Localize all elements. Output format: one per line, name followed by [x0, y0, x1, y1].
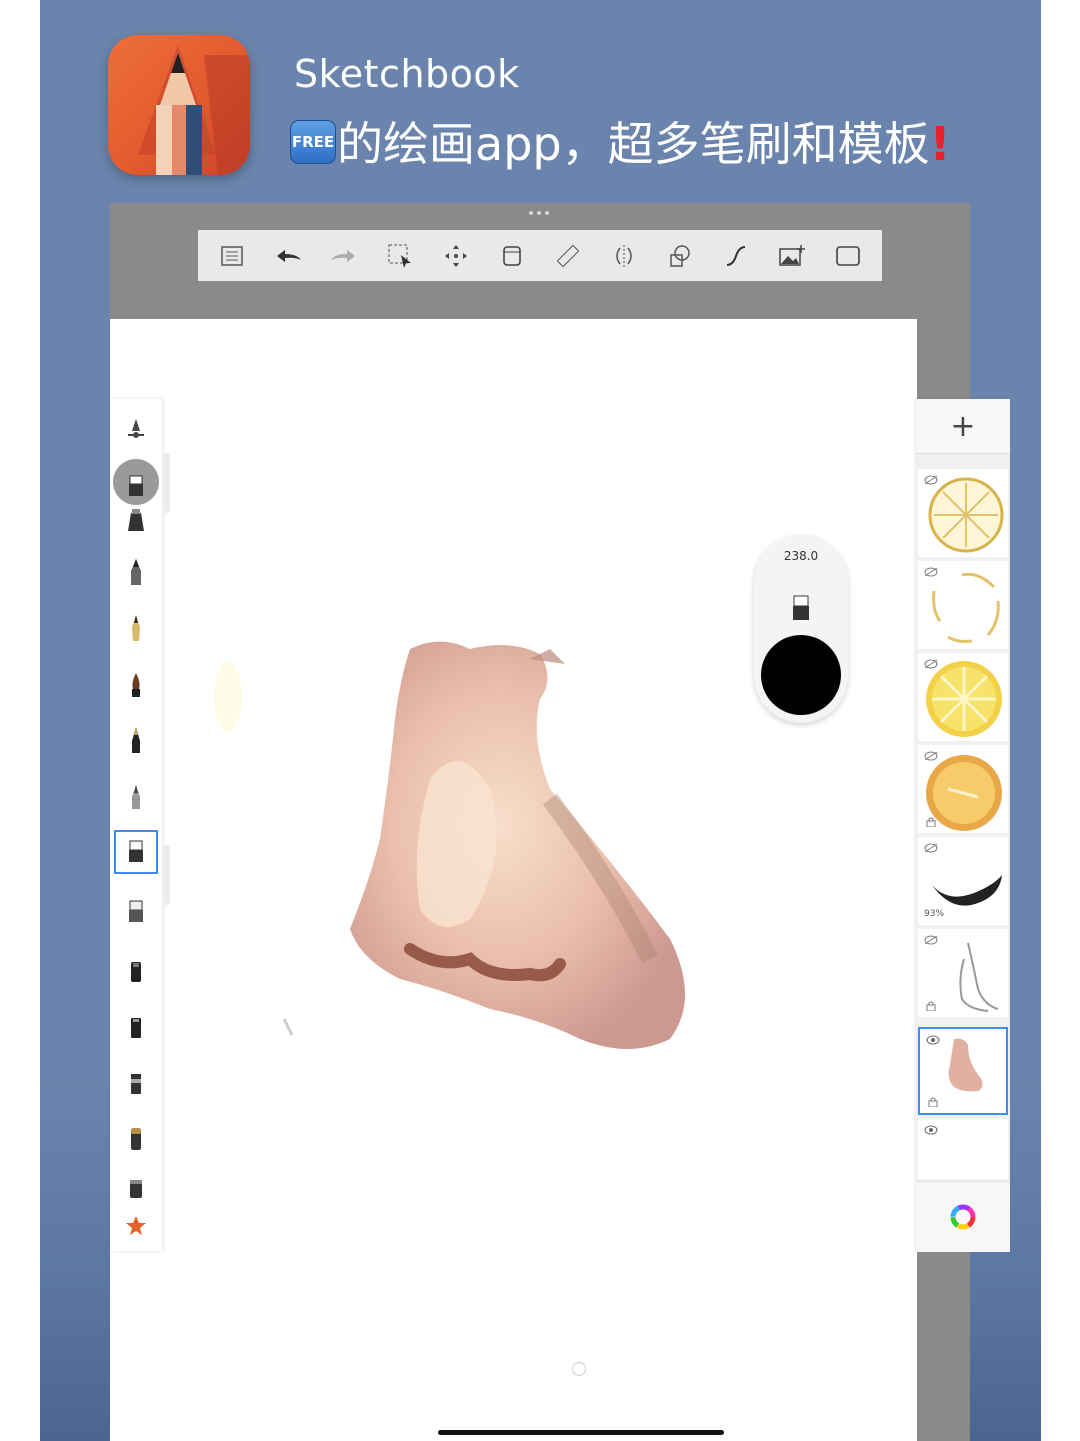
hidden-eye-icon[interactable] — [924, 659, 938, 669]
lock-icon[interactable] — [926, 1001, 936, 1011]
poster-background: Sketchbook FREE 的绘画app，超多笔刷和模板! 238.0 + … — [40, 0, 1041, 1441]
layer-lemon-slice-sketch[interactable] — [918, 561, 1008, 649]
nose-painting — [214, 641, 685, 1049]
brush-size-value: 238.0 — [783, 549, 819, 563]
brush-round-icon[interactable] — [123, 1123, 149, 1157]
add-layer-button[interactable]: + — [916, 399, 1010, 454]
brush-puck[interactable]: 238.0 — [754, 535, 848, 723]
brush-chisel-icon[interactable] — [123, 955, 149, 989]
headline: 的绘画app，超多笔刷和模板! — [337, 108, 951, 174]
layer-lemon-slice-color[interactable] — [918, 653, 1008, 741]
hidden-eye-icon[interactable] — [924, 751, 938, 761]
exclamation-mark: ! — [929, 117, 951, 171]
lock-icon[interactable] — [926, 817, 936, 827]
layer-figure-sketch[interactable] — [918, 929, 1008, 1017]
brush-flat-icon[interactable] — [123, 1011, 149, 1045]
redo-icon[interactable] — [328, 240, 360, 272]
selection-icon[interactable] — [384, 240, 416, 272]
lock-icon[interactable] — [928, 1097, 938, 1107]
layer-empty[interactable] — [918, 1119, 1008, 1179]
layers-panel: + 93% — [916, 399, 1010, 1252]
ruler-icon[interactable] — [552, 240, 584, 272]
home-indicator[interactable] — [438, 1430, 724, 1435]
brush-palette-scroll-bottom[interactable] — [164, 845, 170, 905]
current-color-swatch[interactable] — [761, 635, 841, 715]
pencil-icon — [138, 45, 250, 175]
layer-lemon-slice-lines[interactable] — [918, 469, 1008, 557]
brush-smudge-icon[interactable] — [123, 1171, 149, 1205]
visible-eye-icon[interactable] — [924, 1125, 938, 1135]
layer-lemon-half[interactable] — [918, 745, 1008, 833]
app-title: Sketchbook — [294, 52, 520, 96]
favorites-star-icon[interactable] — [123, 1209, 149, 1243]
brush-soft-eraser-icon[interactable] — [123, 895, 149, 929]
bucket-fill-icon[interactable] — [496, 240, 528, 272]
hidden-eye-icon[interactable] — [924, 935, 938, 945]
hidden-eye-icon[interactable] — [924, 475, 938, 485]
free-badge: FREE — [290, 120, 336, 164]
color-editor-button[interactable] — [916, 1181, 1010, 1252]
brush-paintbrush-icon[interactable] — [123, 667, 149, 701]
brush-texture-icon[interactable] — [123, 1067, 149, 1101]
current-brush-icon — [793, 595, 809, 620]
brush-settings-icon[interactable] — [123, 413, 149, 447]
toolbar-drag-handle[interactable] — [529, 211, 553, 219]
color-wheel-icon — [950, 1204, 976, 1230]
layer-nose-painting[interactable] — [918, 1027, 1008, 1115]
brush-palette — [110, 399, 162, 1251]
hidden-eye-icon[interactable] — [924, 567, 938, 577]
brush-marker-icon[interactable] — [123, 503, 149, 537]
fullscreen-icon[interactable] — [832, 240, 864, 272]
visible-eye-icon[interactable] — [926, 1035, 940, 1045]
layer-opacity: 93% — [924, 909, 945, 919]
page-indicator — [572, 1362, 586, 1376]
brush-hard-eraser-icon[interactable] — [123, 835, 149, 869]
shapes-icon[interactable] — [664, 240, 696, 272]
app-screen: 238.0 + 93% — [110, 203, 1010, 1441]
brush-airbrush-icon[interactable] — [123, 779, 149, 813]
transform-icon[interactable] — [440, 240, 472, 272]
brush-pencil-icon[interactable] — [123, 555, 149, 589]
main-toolbar — [198, 230, 882, 281]
sketchbook-app-icon — [108, 35, 250, 175]
brush-eraser-icon[interactable] — [123, 469, 149, 503]
layer-brush-stroke[interactable]: 93% — [918, 837, 1008, 925]
undo-icon[interactable] — [272, 240, 304, 272]
stroke-icon[interactable] — [720, 240, 752, 272]
hidden-eye-icon[interactable] — [924, 843, 938, 853]
drawing-canvas[interactable] — [110, 319, 917, 1441]
headline-text: 的绘画app，超多笔刷和模板 — [337, 117, 930, 171]
layers-list-icon[interactable] — [216, 240, 248, 272]
symmetry-icon[interactable] — [608, 240, 640, 272]
brush-ink-icon[interactable] — [123, 723, 149, 757]
brush-pen-icon[interactable] — [123, 611, 149, 645]
add-image-icon[interactable] — [776, 240, 808, 272]
brush-palette-scroll-top[interactable] — [164, 453, 170, 513]
